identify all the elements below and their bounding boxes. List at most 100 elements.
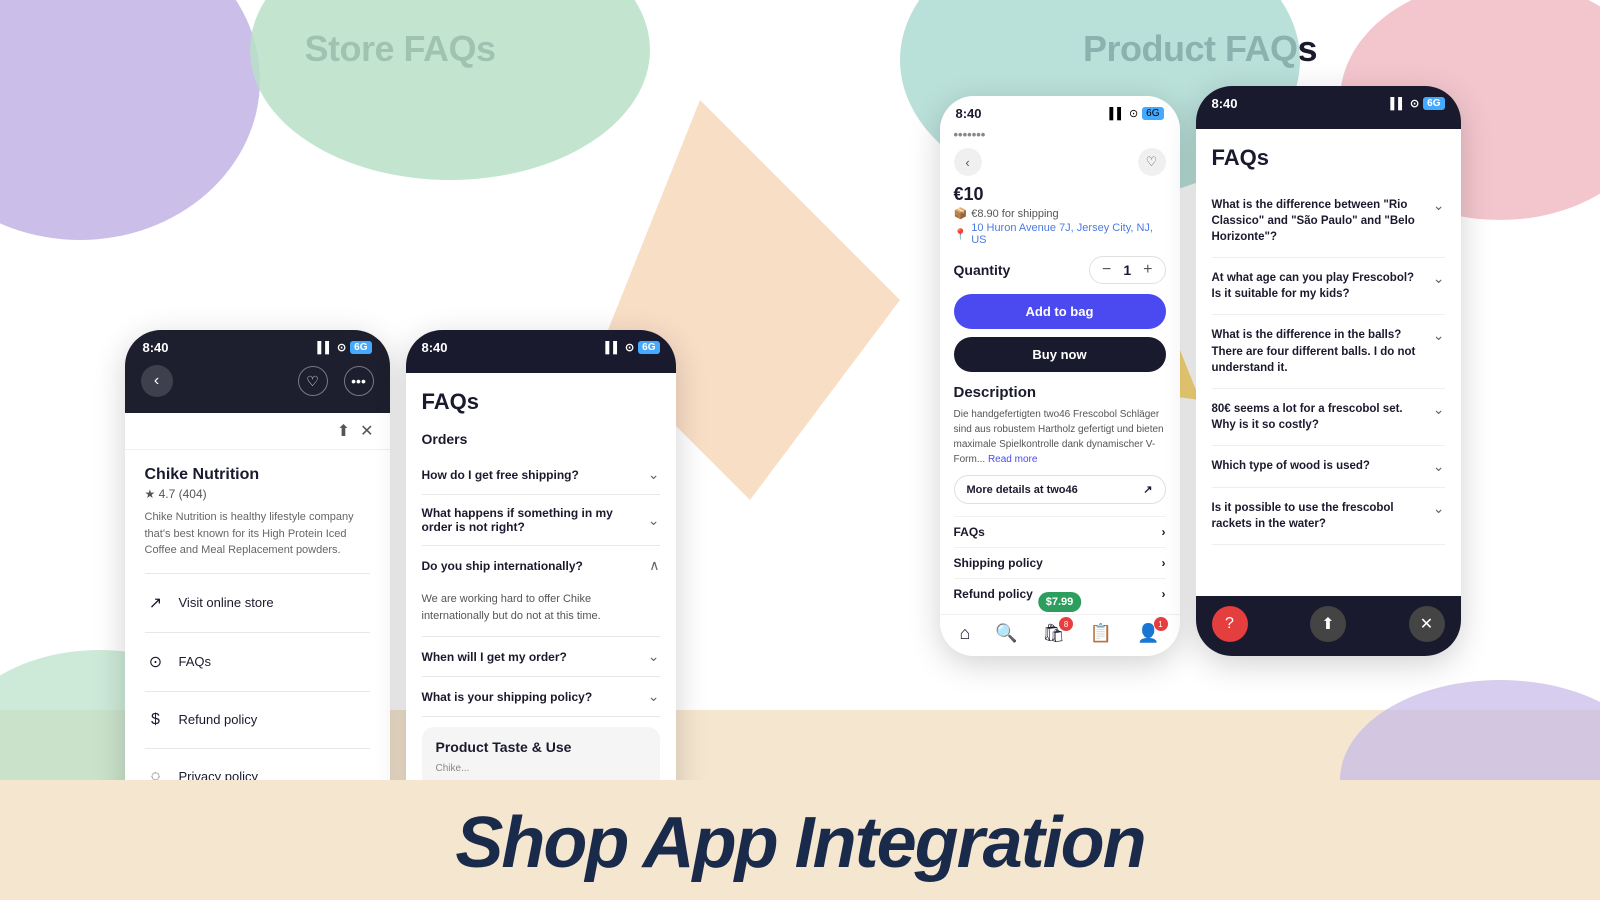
faqs-time: 8:40	[422, 340, 448, 355]
sidebar-divider-2	[145, 632, 370, 633]
profile-nav-icon[interactable]: 👤 1	[1137, 623, 1159, 644]
sidebar-back-button[interactable]: ‹	[141, 365, 173, 397]
faq-chevron-4: ⌄	[648, 648, 660, 665]
product-section-hint: Chike...	[436, 763, 646, 774]
add-to-bag-button[interactable]: Add to bag	[954, 294, 1166, 329]
qty-decrease-button[interactable]: −	[1102, 261, 1111, 279]
prod-faq-3[interactable]: What is the difference in the balls? The…	[1212, 315, 1445, 388]
faq-item-1[interactable]: How do I get free shipping? ⌄	[422, 455, 660, 495]
product-nav: ‹ ♡	[954, 148, 1166, 176]
quantity-label: Quantity	[954, 262, 1011, 278]
refund-icon: $	[145, 711, 167, 729]
buy-now-button[interactable]: Buy now	[954, 337, 1166, 372]
prod-faq-2[interactable]: At what age can you play Frescobol? Is i…	[1212, 258, 1445, 315]
product-faqs-body: FAQs What is the difference between "Rio…	[1196, 129, 1461, 561]
search-nav-icon[interactable]: 🔍	[995, 623, 1017, 644]
faq-question-2: What happens if something in my order is…	[422, 506, 648, 534]
faqs-status-icons: ▌▌ ⊙ 6G	[605, 340, 659, 355]
prod-faq-chevron-4: ⌄	[1433, 401, 1445, 418]
product-nav-bottom: ⌂ 🔍 🛍 8 📋 👤 1	[940, 614, 1180, 656]
product-shipping: 📦 €8.90 for shipping	[954, 207, 1166, 220]
faqs-body: FAQs Orders How do I get free shipping? …	[406, 373, 676, 802]
faqs-dark-header: 8:40 ▌▌ ⊙ 6G	[406, 330, 676, 373]
faq-question-1: How do I get free shipping?	[422, 468, 648, 482]
chevron-right-3: ›	[1162, 587, 1166, 601]
prod-faqs-share-icon[interactable]: ⬆	[1310, 606, 1346, 642]
faq-item-4[interactable]: When will I get my order? ⌄	[422, 637, 660, 677]
prod-faq-q-1: What is the difference between "Rio Clas…	[1212, 197, 1433, 245]
product-location: 📍 10 Huron Avenue 7J, Jersey City, NJ, U…	[954, 222, 1166, 246]
prod-faq-chevron-3: ⌄	[1433, 327, 1445, 344]
prod-faq-q-2: At what age can you play Frescobol? Is i…	[1212, 270, 1433, 302]
faq-question-5: What is your shipping policy?	[422, 690, 648, 704]
faq-chevron-3: ∧	[649, 557, 659, 574]
sidebar-item-visit-store[interactable]: ↗ Visit online store	[145, 584, 370, 622]
chevron-right-1: ›	[1162, 525, 1166, 539]
product-time: 8:40	[956, 106, 982, 121]
orders-section-label: Orders	[422, 431, 660, 447]
product-faqs-dark-header: 8:40 ▌▌ ⊙ 6G	[1196, 86, 1461, 129]
prod-faq-q-5: Which type of wood is used?	[1212, 458, 1433, 474]
prod-faq-q-4: 80€ seems a lot for a frescobol set. Why…	[1212, 401, 1433, 433]
faq-item-3-expanded[interactable]: Do you ship internationally? ∧ We are wo…	[422, 546, 660, 637]
quantity-control: − 1 +	[1089, 256, 1165, 284]
prod-faq-4[interactable]: 80€ seems a lot for a frescobol set. Why…	[1212, 389, 1445, 446]
bag-nav-icon[interactable]: 🛍 8	[1042, 623, 1065, 644]
product-faqs-phone: 8:40 ▌▌ ⊙ 6G FAQs What is the difference…	[1196, 86, 1461, 656]
faq-chevron-2: ⌄	[648, 512, 660, 529]
product-back-button[interactable]: ‹	[954, 148, 982, 176]
product-faqs-bottom-bar: ? ⬆ ✕	[1196, 596, 1461, 656]
faqs-icon: ⊙	[145, 652, 167, 672]
home-nav-icon[interactable]: ⌂	[960, 623, 971, 644]
description-text: Die handgefertigten two46 Frescobol Schl…	[954, 407, 1166, 467]
visit-store-label: Visit online store	[179, 595, 274, 610]
faq-item-5[interactable]: What is your shipping policy? ⌄	[422, 677, 660, 717]
external-link-icon: ↗	[145, 593, 167, 613]
shipping-icon: 📦	[954, 207, 968, 220]
sidebar-heart-icon[interactable]: ♡	[298, 366, 328, 396]
sidebar-share-icon[interactable]: ⬆	[337, 421, 350, 441]
faqs-page-title: FAQs	[422, 389, 660, 415]
shipping-policy-link[interactable]: Shipping policy ›	[954, 547, 1166, 578]
product-taste-section: Product Taste & Use Chike...	[422, 727, 660, 786]
product-category: •••••••	[954, 127, 1166, 142]
qty-increase-button[interactable]: +	[1143, 261, 1152, 279]
prod-faqs-close-icon[interactable]: ✕	[1409, 606, 1445, 642]
sidebar-divider-4	[145, 748, 370, 749]
orders-nav-icon[interactable]: 📋	[1090, 623, 1112, 644]
store-rating: ★ 4.7 (404)	[145, 487, 370, 501]
prod-faqs-help-icon[interactable]: ?	[1212, 606, 1248, 642]
product-status-icons: ▌▌ ⊙ 6G	[1109, 107, 1163, 120]
profile-badge: 1	[1154, 617, 1168, 631]
sidebar-divider-3	[145, 691, 370, 692]
more-details-button[interactable]: More details at two46 ↗	[954, 475, 1166, 504]
bag-badge: 8	[1059, 617, 1073, 631]
prod-faq-q-6: Is it possible to use the frescobol rack…	[1212, 500, 1433, 532]
refund-label: Refund policy	[179, 712, 258, 727]
sidebar-item-faqs[interactable]: ⊙ FAQs	[145, 643, 370, 681]
sidebar-dark-header: 8:40 ▌▌ ⊙ 6G ‹ ♡ •••	[125, 330, 390, 413]
bottom-title-section: Shop App Integration	[0, 780, 1600, 900]
read-more-link[interactable]: Read more	[988, 454, 1037, 465]
prod-faq-1[interactable]: What is the difference between "Rio Clas…	[1212, 185, 1445, 258]
product-faqs-link[interactable]: FAQs ›	[954, 516, 1166, 547]
prod-faq-6[interactable]: Is it possible to use the frescobol rack…	[1212, 488, 1445, 545]
faq-question-3: Do you ship internationally?	[422, 559, 650, 573]
sidebar-item-refund[interactable]: $ Refund policy	[145, 702, 370, 738]
product-heart-button[interactable]: ♡	[1138, 148, 1166, 176]
product-faqs-status-bar: 8:40 ▌▌ ⊙ 6G	[1212, 96, 1445, 111]
quantity-row: Quantity − 1 +	[954, 256, 1166, 284]
sidebar-close-icon[interactable]: ✕	[360, 421, 373, 441]
product-taste-label: Product Taste & Use	[436, 739, 646, 755]
prod-faq-q-3: What is the difference in the balls? The…	[1212, 327, 1433, 375]
faq-item-2[interactable]: What happens if something in my order is…	[422, 495, 660, 546]
product-price: €10	[954, 184, 1166, 205]
prod-faq-chevron-1: ⌄	[1433, 197, 1445, 214]
faq-chevron-1: ⌄	[648, 466, 660, 483]
sidebar-more-icon[interactable]: •••	[344, 366, 374, 396]
sidebar-top-actions: ⬆ ✕	[125, 413, 390, 450]
sidebar-action-row: ‹ ♡ •••	[125, 361, 390, 401]
faqs-label: FAQs	[179, 654, 212, 669]
prod-faq-5[interactable]: Which type of wood is used? ⌄	[1212, 446, 1445, 488]
product-faqs-time: 8:40	[1212, 96, 1238, 111]
